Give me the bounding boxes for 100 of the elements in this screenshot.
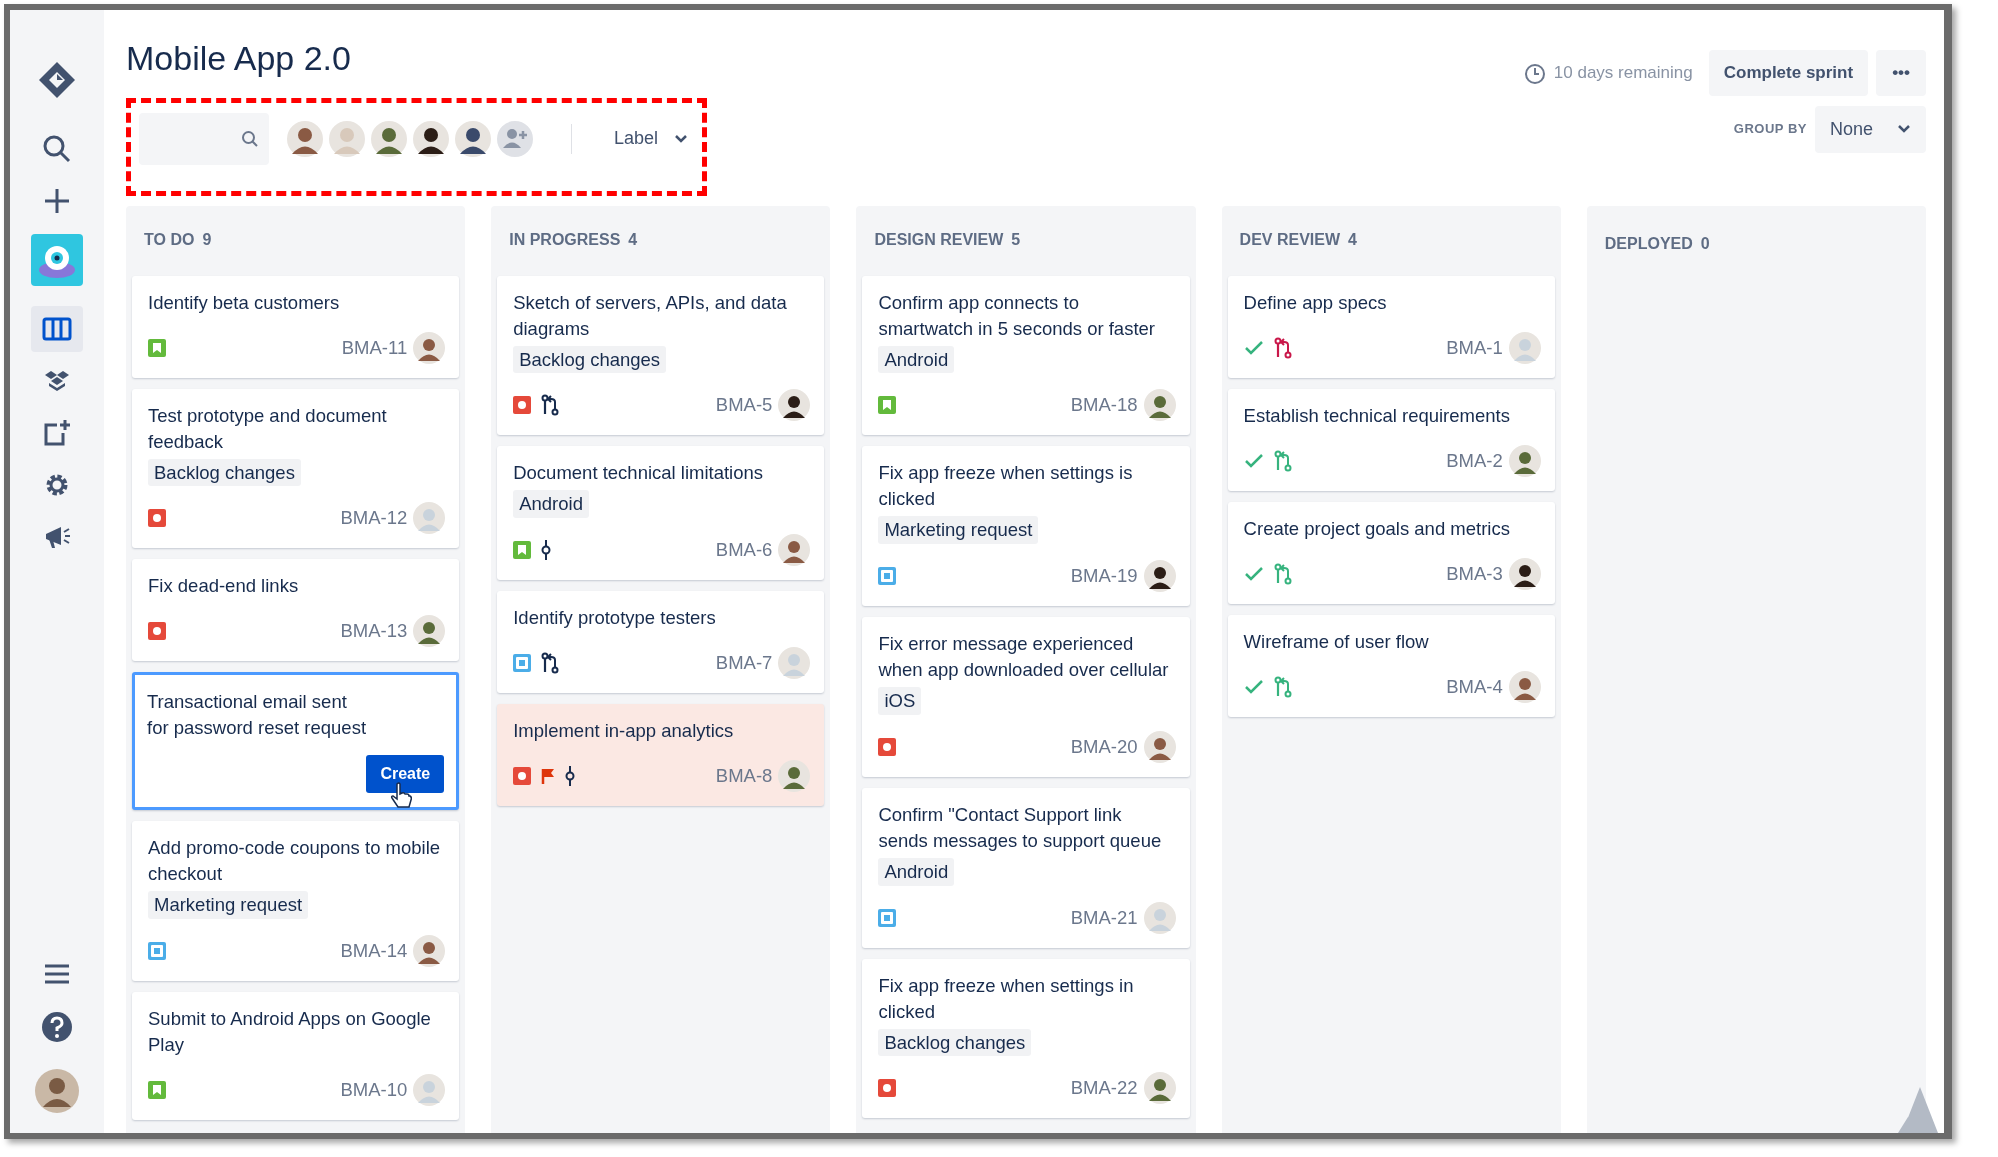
more-button[interactable]: ••• [1876,50,1926,96]
bug-icon [148,622,166,641]
card-editor[interactable]: Transactional email sent for password reset request Create [132,672,460,811]
card-title: Fix app freeze when settings in clicked [878,973,1135,1024]
card-title: Identify beta customers [148,290,341,315]
card-label: Android [878,857,955,886]
issue-key: BMA-18 [1070,391,1138,420]
issue-key: BMA-10 [340,1076,408,1104]
issue-card[interactable]: Fix dead-end links BMA-13 [132,559,460,662]
sidebar-item[interactable] [31,306,83,352]
task-icon [878,567,897,585]
issue-key: BMA-3 [1446,559,1503,588]
issue-key: BMA-5 [715,391,773,420]
hand-cursor-icon [390,782,413,811]
label-dropdown[interactable]: Label [608,124,695,153]
card-title: Define app specs [1243,290,1388,315]
issue-card[interactable]: Test prototype and document feedback Backlog changes BMA-12 [132,388,460,549]
card-label: Backlog changes [148,458,301,487]
issue-card[interactable]: Submit to Android Apps on Google Play BMA-10 [132,992,460,1120]
card-title: Add promo-code coupons to mobile checkout [148,836,442,887]
issue-key: BMA-4 [1446,672,1503,701]
days-remaining: 10 days remaining [1553,62,1693,84]
card-title: Document technical limitations [513,461,765,486]
issue-key: BMA-20 [1070,732,1138,761]
avatar [778,534,811,566]
column-header: DEPLOYED 0 [1603,233,1711,254]
chevron-icon [1897,124,1911,134]
avatar [1508,331,1541,364]
avatar [413,331,446,364]
issue-key: BMA-6 [715,536,773,564]
group-by-dropdown[interactable]: None [1814,105,1926,153]
card-title: Fix app freeze when settings is clicked [878,461,1134,512]
issue-card[interactable]: Identify prototype testers BMA-7 [497,591,825,693]
issue-card[interactable]: Document technical limitations Android BMA-6 [497,446,825,580]
card-title: Sketch of servers, APIs, and data diagrams [513,290,788,341]
issue-card[interactable]: Add promo-code coupons to mobile checkout Marketing request BMA-14 [132,821,460,981]
avatar [778,389,811,422]
issue-card[interactable]: Confirm "Contact Support link sends messages to support queue Android BMA-21 [862,787,1190,948]
bug-icon [878,1079,897,1098]
card-title: Establish technical requirements [1243,403,1511,428]
plus-icon [42,186,72,216]
search-field[interactable] [139,112,269,165]
chevron-icon [674,133,689,144]
issue-card[interactable]: Confirm app connects to smartwatch in 5 seconds or faster Android BMA-18 [862,275,1190,436]
issue-key: BMA-19 [1070,562,1138,590]
issue-card[interactable]: Establish technical requirements BMA-2 [1227,388,1555,491]
story-icon [878,396,897,415]
card-title: Confirm "Contact Support link sends messages to support queue [878,802,1163,853]
issue-card[interactable]: Define app specs BMA-1 [1227,275,1555,378]
logo-icon [37,60,77,100]
group-by-label: GROUP BY [1733,120,1807,139]
avatar [1508,444,1541,477]
avatar[interactable] [411,118,451,159]
avatar [1508,670,1541,703]
issue-card[interactable]: Wireframe of user flow BMA-4 [1227,614,1555,717]
issue-card[interactable]: Sketch of servers, APIs, and data diagrams Backlog changes BMA-5 [497,275,825,436]
card-label: Backlog changes [878,1028,1032,1057]
avatar[interactable] [453,118,493,159]
issue-key: BMA-12 [340,504,408,533]
avatar [778,647,811,679]
issue-key: BMA-14 [340,937,408,965]
story-icon [148,1081,166,1099]
menu-icon[interactable] [43,963,71,985]
card-title: Submit to Android Apps on Google Play [148,1007,432,1057]
issue-key: BMA-8 [715,762,773,790]
avatar [1143,730,1176,763]
avatar [1143,901,1176,934]
avatar [1143,560,1176,592]
issue-card[interactable]: Fix error message experienced when app downloaded over cellular iOS BMA-20 [862,617,1190,777]
card-title: Fix dead-end links [148,574,300,599]
bug-icon [878,737,897,756]
story-icon [148,338,166,357]
card-label: Marketing request [878,516,1039,544]
task-icon [878,908,897,927]
card-title: Confirm app connects to smartwatch in 5 seconds or faster [878,290,1156,341]
issue-card[interactable]: Identify beta customers BMA-11 [132,275,460,378]
issue-key: BMA-7 [715,649,773,677]
search-icon [241,129,259,148]
card-title: Wireframe of user flow [1243,629,1430,654]
column-header: IN PROGRESS 4 [508,229,639,250]
issue-card[interactable]: Create project goals and metrics BMA-3 [1227,501,1555,604]
issue-card[interactable]: Fix app freeze when settings is clicked Marketing request BMA-19 [862,446,1190,606]
issue-card[interactable]: Implement in-app analytics BMA-8 [497,704,825,806]
avatar [1508,557,1541,590]
issue-key: BMA-2 [1446,446,1503,475]
issue-key: BMA-21 [1070,903,1138,932]
help-icon[interactable] [41,1011,73,1043]
bug-icon [148,509,166,528]
card-title: Identify prototype testers [513,606,717,630]
issue-key: BMA-11 [341,333,408,362]
issue-card[interactable]: Fix app freeze when settings in clicked Backlog changes BMA-22 [862,958,1190,1119]
complete-sprint-button[interactable]: Complete sprint [1708,50,1869,96]
board-icon [42,317,72,341]
card-title-input[interactable]: Transactional email sent for password reset request [147,689,445,742]
card-label: Marketing request [148,891,309,919]
board-title: Mobile App 2.0 [126,38,351,79]
avatar [413,502,446,535]
avatar [778,760,811,792]
avatar [413,1074,446,1106]
task-icon [148,942,166,960]
